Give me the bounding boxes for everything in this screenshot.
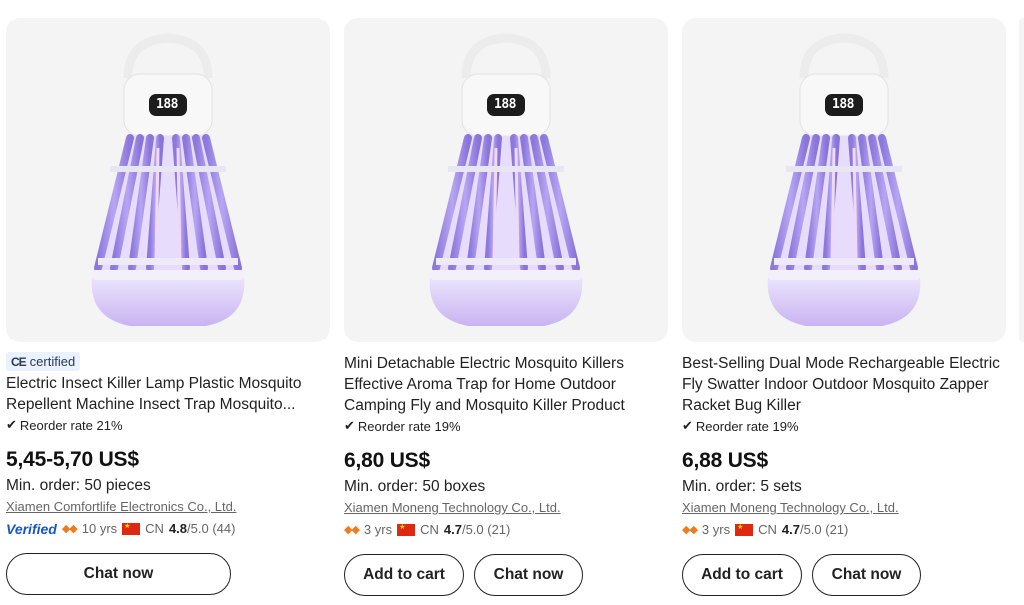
- min-order: Min. order: 50 pieces: [6, 477, 151, 494]
- reorder-rate-label: Reorder rate 21%: [19, 417, 123, 433]
- product-title[interactable]: Mini Detachable Electric Mosquito Killer…: [344, 353, 668, 416]
- reorder-rate-label: Reorder rate 19%: [695, 418, 799, 434]
- chat-now-button[interactable]: Chat now: [474, 554, 583, 596]
- rating-suffix: /5.0 (44): [187, 521, 236, 536]
- lamp-display-text: 188: [156, 97, 178, 112]
- chat-now-button[interactable]: Chat now: [812, 554, 921, 596]
- supplier-years: 3 yrs: [363, 522, 393, 537]
- card-actions: Chat now: [6, 553, 330, 595]
- lamp-display-text: 188: [494, 97, 516, 112]
- gold-supplier-gem-icon: ◆◆: [682, 524, 698, 536]
- price: 6,88 US$: [682, 449, 768, 472]
- product-card[interactable]: 188 CE certified Electric Insect Killer …: [6, 18, 330, 595]
- rating-suffix: /5.0 (21): [461, 522, 511, 537]
- add-to-cart-button[interactable]: Add to cart: [682, 554, 802, 596]
- chat-now-button[interactable]: Chat now: [6, 553, 231, 595]
- supplier-meta: ◆◆ 3 yrs CN 4.7/5.0 (21): [682, 520, 1006, 539]
- verified-badge[interactable]: Verified: [6, 521, 57, 537]
- reorder-rate-label: Reorder rate 19%: [357, 418, 461, 434]
- reorder-rate: ✔ Reorder rate 19%: [682, 417, 1006, 435]
- supplier-link[interactable]: Xiamen Comfortlife Electronics Co., Ltd.: [6, 499, 330, 517]
- add-to-cart-button[interactable]: Add to cart: [344, 554, 464, 596]
- supplier-link[interactable]: Xiamen Moneng Technology Co., Ltd.: [682, 500, 1006, 518]
- card-actions: Add to cart Chat now: [682, 554, 1006, 596]
- ce-mark-icon: CE: [11, 354, 27, 369]
- min-order: Min. order: 50 boxes: [344, 478, 486, 495]
- reorder-rate: ✔ Reorder rate 19%: [344, 417, 668, 435]
- card-actions: Add to cart Chat now: [344, 554, 668, 596]
- product-title[interactable]: Electric Insect Killer Lamp Plastic Mosq…: [6, 373, 330, 415]
- supplier-years: 3 yrs: [701, 522, 731, 537]
- rating-value: 4.8: [168, 521, 188, 536]
- product-card[interactable]: 188 Best-Selling Dual Mode Rechargeable …: [682, 18, 1006, 596]
- china-flag-icon: [122, 522, 141, 535]
- badge-label: certified: [29, 354, 76, 369]
- reorder-rate: ✔ Reorder rate 21%: [6, 416, 330, 434]
- lamp-display-text: 188: [832, 97, 854, 112]
- china-flag-icon: [735, 523, 754, 536]
- check-icon: ✔: [682, 418, 693, 433]
- product-image[interactable]: 188: [6, 18, 330, 342]
- check-icon: ✔: [6, 417, 17, 432]
- china-flag-icon: [397, 523, 416, 536]
- supplier-years: 10 yrs: [81, 521, 118, 536]
- supplier-rating: 4.7/5.0 (21): [782, 522, 849, 537]
- min-order: Min. order: 5 sets: [682, 478, 802, 495]
- product-card[interactable]: 188 Mini Detachable Electric Mosquito Ki…: [344, 18, 668, 596]
- mosquito-lamp-image: [344, 18, 668, 342]
- supplier-rating: 4.7/5.0 (21): [444, 522, 511, 537]
- next-card-peek[interactable]: [1019, 18, 1024, 342]
- certification-badge: CE certified: [6, 352, 81, 371]
- supplier-meta: ◆◆ 3 yrs CN 4.7/5.0 (21): [344, 520, 668, 539]
- product-image[interactable]: 188: [682, 18, 1006, 342]
- check-icon: ✔: [344, 418, 355, 433]
- price: 6,80 US$: [344, 449, 430, 472]
- gold-supplier-gem-icon: ◆◆: [344, 524, 360, 536]
- rating-suffix: /5.0 (21): [799, 522, 849, 537]
- price: 5,45-5,70 US$: [6, 448, 139, 471]
- supplier-link[interactable]: Xiamen Moneng Technology Co., Ltd.: [344, 500, 668, 518]
- supplier-rating: 4.8/5.0 (44): [169, 521, 236, 536]
- rating-value: 4.7: [781, 522, 800, 537]
- product-image[interactable]: 188: [344, 18, 668, 342]
- mosquito-lamp-image: [6, 18, 330, 342]
- mosquito-lamp-image: [682, 18, 1006, 342]
- supplier-country: CN: [420, 522, 439, 537]
- product-title[interactable]: Best-Selling Dual Mode Rechargeable Elec…: [682, 353, 1006, 416]
- supplier-country: CN: [758, 522, 777, 537]
- gold-supplier-gem-icon: ◆◆: [61, 523, 78, 535]
- rating-value: 4.7: [443, 522, 462, 537]
- supplier-meta: Verified ◆◆ 10 yrs CN 4.8/5.0 (44): [6, 519, 330, 538]
- supplier-country: CN: [145, 521, 164, 536]
